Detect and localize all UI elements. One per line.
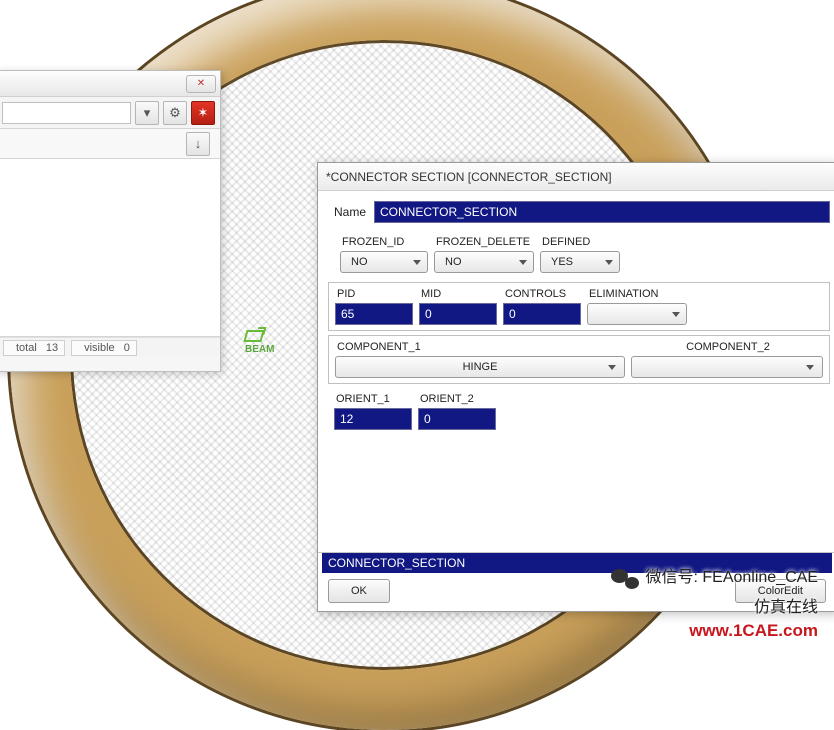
elimination-select[interactable]: [587, 303, 687, 325]
ok-button[interactable]: OK: [328, 579, 390, 603]
name-input[interactable]: [374, 201, 830, 223]
mid-input[interactable]: [419, 303, 497, 325]
watermark: 微信号: FEAonline_CAE 仿真在线 www.1CAE.com: [611, 567, 818, 643]
defined-value: YES: [551, 256, 573, 268]
watermark-wx: 微信号: FEAonline_CAE: [645, 567, 818, 589]
component2-label: COMPONENT_2: [631, 341, 823, 353]
side-panel-subbar: ↓: [0, 129, 220, 159]
orient1-label: ORIENT_1: [334, 393, 412, 405]
pid-input[interactable]: [335, 303, 413, 325]
highlight-icon[interactable]: ✶: [191, 101, 215, 125]
controls-label: CONTROLS: [503, 288, 581, 300]
side-panel-body: [0, 159, 220, 337]
chevron-down-icon: [519, 260, 527, 265]
chevron-down-icon: [608, 365, 616, 370]
frozen-delete-label: FROZEN_DELETE: [434, 236, 534, 248]
orient2-input[interactable]: [418, 408, 496, 430]
filter-input[interactable]: [2, 102, 131, 124]
watermark-url: www.1CAE.com: [611, 619, 818, 643]
dialog-title: *CONNECTOR SECTION [CONNECTOR_SECTION]: [318, 163, 834, 191]
status-visible-label: visible: [84, 342, 115, 354]
beam-icon: [243, 330, 264, 342]
dialog-body: Name FROZEN_ID NO FROZEN_DELETE NO DEFIN…: [318, 191, 834, 552]
frozen-id-value: NO: [351, 256, 368, 268]
dropdown-button[interactable]: ▾: [135, 101, 159, 125]
orient1-input[interactable]: [334, 408, 412, 430]
orient2-label: ORIENT_2: [418, 393, 496, 405]
elimination-label: ELIMINATION: [587, 288, 687, 300]
side-panel-toolbar: ▾ ⚙ ✶: [0, 97, 220, 129]
chevron-down-icon: [806, 365, 814, 370]
status-visible: visible 0: [71, 340, 137, 356]
controls-input[interactable]: [503, 303, 581, 325]
status-total: total 13: [3, 340, 65, 356]
mid-label: MID: [419, 288, 497, 300]
beam-label: BEAM: [245, 344, 274, 355]
gear-icon[interactable]: ⚙: [163, 101, 187, 125]
name-row: Name: [324, 201, 830, 223]
beam-label-glyph: BEAM: [245, 330, 285, 355]
connector-section-dialog: *CONNECTOR SECTION [CONNECTOR_SECTION] N…: [317, 162, 834, 612]
name-label: Name: [324, 205, 366, 219]
component1-label: COMPONENT_1: [335, 341, 625, 353]
pid-label: PID: [335, 288, 413, 300]
frozen-delete-value: NO: [445, 256, 462, 268]
frozen-id-label: FROZEN_ID: [340, 236, 428, 248]
watermark-cn: 仿真在线: [611, 597, 818, 619]
chevron-down-icon: [672, 312, 680, 317]
chevron-down-icon: [413, 260, 421, 265]
component2-select[interactable]: [631, 356, 823, 378]
down-arrow-button[interactable]: ↓: [186, 132, 210, 156]
side-panel-titlebar: ✕: [0, 71, 220, 97]
side-panel-status: total 13 visible 0: [0, 337, 220, 357]
status-total-label: total: [16, 342, 37, 354]
status-visible-value: 0: [124, 342, 130, 354]
status-total-value: 13: [46, 342, 58, 354]
side-panel: ✕ ▾ ⚙ ✶ ↓ total 13 visible 0: [0, 70, 221, 372]
frozen-id-select[interactable]: NO: [340, 251, 428, 273]
defined-label: DEFINED: [540, 236, 620, 248]
component1-value: HINGE: [463, 361, 498, 373]
close-icon[interactable]: ✕: [186, 75, 216, 93]
defined-select[interactable]: YES: [540, 251, 620, 273]
chevron-down-icon: [605, 260, 613, 265]
component1-select[interactable]: HINGE: [335, 356, 625, 378]
frozen-delete-select[interactable]: NO: [434, 251, 534, 273]
wechat-icon: [611, 567, 639, 589]
